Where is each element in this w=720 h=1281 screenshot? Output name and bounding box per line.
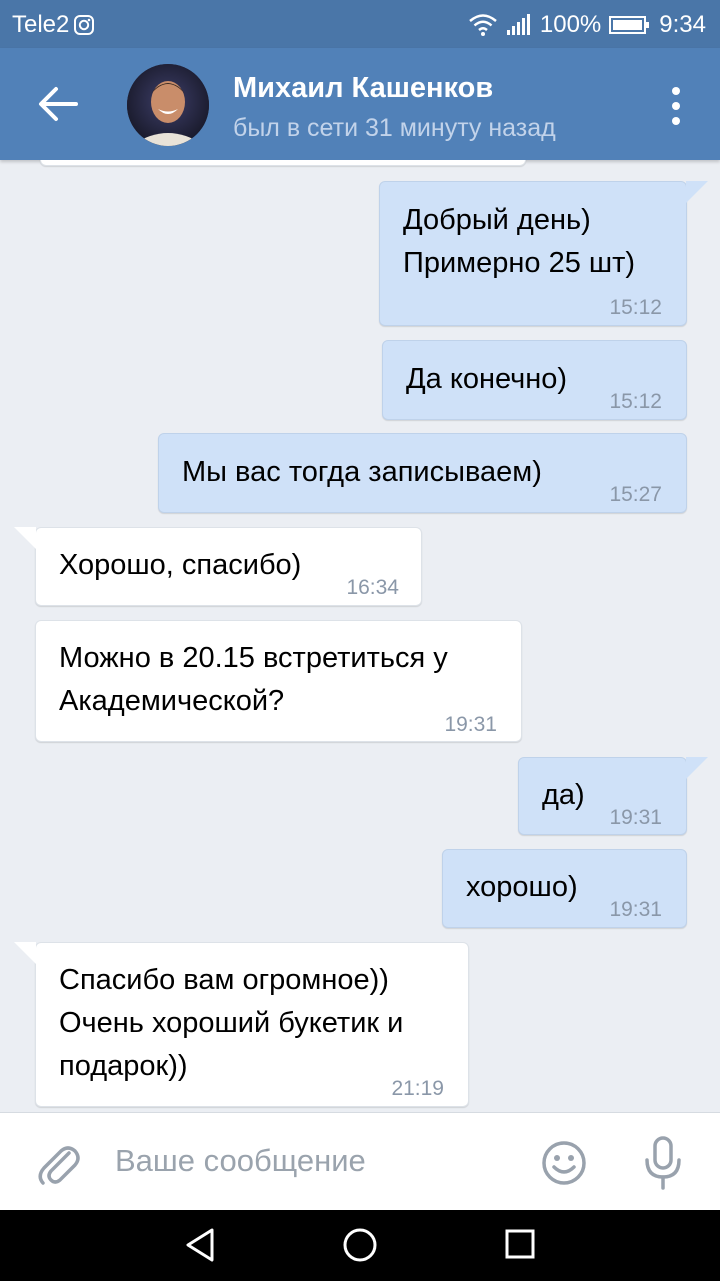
message-time: 19:31 (444, 713, 497, 736)
signal-icon (506, 14, 530, 35)
message-line: Можно в 20.15 встретиться у (59, 642, 448, 674)
microphone-icon[interactable] (642, 1135, 684, 1191)
arrow-left-icon[interactable] (36, 84, 80, 124)
message-time: 15:27 (609, 483, 662, 506)
message-line: Спасибо вам огромное)) (59, 964, 389, 996)
circle-home-icon[interactable] (342, 1227, 378, 1263)
smiley-icon[interactable] (540, 1139, 588, 1187)
message-text: Хорошо, спасибо) (59, 549, 302, 581)
message-bubble-partial (40, 160, 526, 166)
message-line: Добрый день) (403, 204, 591, 236)
message-text: Можно в 20.15 встретиться у Академическо… (59, 637, 448, 723)
paperclip-icon[interactable] (36, 1139, 82, 1189)
battery-percent: 100% (539, 11, 602, 38)
message-bubble-incoming[interactable]: Хорошо, спасибо) 16:34 (14, 527, 422, 606)
bubble-tail (14, 527, 36, 549)
message-line: Очень хороший букетик и (59, 1007, 404, 1039)
message-text: хорошо) (466, 871, 578, 903)
status-right: 100% 9:34 (468, 11, 706, 39)
message-line: Примерно 25 шт) (403, 247, 636, 279)
message-time: 19:31 (609, 898, 662, 921)
message-text: Добрый день) Примерно 25 шт) (403, 199, 635, 285)
message-bubble-outgoing[interactable]: хорошо) 19:31 (442, 849, 687, 928)
message-text: да) (542, 779, 585, 811)
triangle-back-icon[interactable] (184, 1227, 218, 1263)
status-bar: Tele2 100% 9:34 (0, 0, 720, 48)
message-bubble-outgoing[interactable]: Добрый день) Примерно 25 шт) 15:12 (379, 181, 708, 326)
message-input[interactable]: Ваше сообщение (115, 1143, 366, 1179)
message-line: подарок)) (59, 1050, 188, 1082)
avatar-portrait (127, 64, 209, 146)
more-vertical-icon[interactable] (668, 86, 684, 126)
last-seen-status: был в сети 31 минуту назад (233, 114, 556, 142)
clock: 9:34 (659, 11, 706, 38)
message-text: Мы вас тогда записываем) (182, 456, 542, 488)
message-composer: Ваше сообщение (0, 1112, 720, 1211)
message-text: Да конечно) (406, 363, 568, 395)
message-line: Академической? (59, 685, 285, 717)
message-time: 15:12 (609, 296, 662, 319)
bubble-tail (14, 942, 36, 964)
instagram-icon (74, 15, 95, 35)
message-bubble-outgoing[interactable]: Мы вас тогда записываем) 15:27 (158, 433, 687, 513)
wifi-icon (469, 14, 497, 36)
bubble-tail (686, 181, 708, 203)
status-left: Tele2 (12, 11, 95, 39)
battery-icon (609, 16, 650, 34)
message-bubble-outgoing[interactable]: Да конечно) 15:12 (382, 340, 687, 420)
message-list[interactable]: Добрый день) Примерно 25 шт) 15:12 Да ко… (0, 160, 720, 1112)
message-time: 16:34 (346, 576, 399, 599)
carrier-label: Tele2 (12, 11, 70, 38)
message-time: 15:12 (609, 390, 662, 413)
message-bubble-incoming[interactable]: Можно в 20.15 встретиться у Академическо… (35, 620, 522, 742)
bubble-tail (686, 757, 708, 779)
contact-name[interactable]: Михаил Кашенков (233, 72, 493, 105)
message-bubble-outgoing[interactable]: да) 19:31 (518, 757, 708, 835)
message-time: 21:19 (391, 1077, 444, 1100)
contact-avatar[interactable] (127, 64, 209, 146)
chat-header: Михаил Кашенков был в сети 31 минуту наз… (0, 48, 720, 160)
system-nav-bar (0, 1210, 720, 1281)
square-recents-icon[interactable] (504, 1228, 536, 1260)
message-text: Спасибо вам огромное)) Очень хороший бук… (59, 959, 403, 1088)
message-bubble-incoming[interactable]: Спасибо вам огромное)) Очень хороший бук… (14, 942, 469, 1107)
message-time: 19:31 (609, 806, 662, 829)
